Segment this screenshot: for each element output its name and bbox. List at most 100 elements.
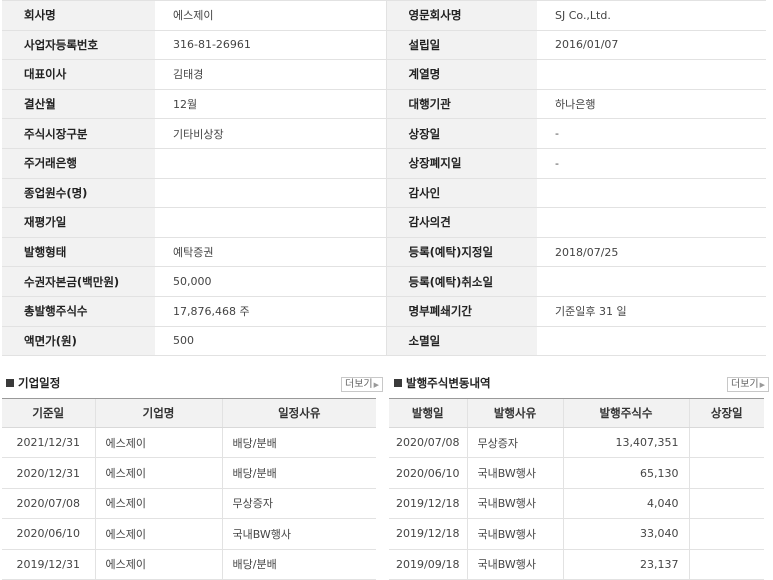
- info-label: 수권자본금(백만원): [2, 266, 155, 297]
- schedule-reason: 배당/분배: [221, 549, 376, 580]
- shares-reason: 국내BW행사: [466, 549, 563, 580]
- info-value: 17,876,468 주: [155, 296, 387, 327]
- info-label: 재평가일: [2, 207, 155, 238]
- info-value: 예탁증권: [155, 237, 387, 268]
- schedule-header-date: 기준일: [2, 398, 95, 428]
- schedule-header-reason: 일정사유: [221, 398, 376, 428]
- shares-listing-date: [688, 518, 764, 550]
- info-value: [537, 178, 766, 209]
- info-label: 감사인: [386, 178, 537, 209]
- chevron-right-icon: ▶: [373, 381, 379, 389]
- info-value: 2018/07/25: [537, 237, 766, 268]
- schedule-company: 에스제이: [94, 488, 222, 520]
- shares-count: 4,040: [562, 488, 689, 520]
- table-row: 2020/06/10 국내BW행사 65,130: [389, 457, 764, 489]
- info-value: [155, 207, 387, 238]
- info-label: 상장일: [386, 118, 537, 149]
- table-row: 2020/07/08 무상증자 13,407,351: [389, 427, 764, 459]
- schedule-more-button[interactable]: 더보기▶: [341, 377, 383, 392]
- shares-reason: 무상증자: [466, 427, 563, 459]
- info-label: 사업자등록번호: [2, 30, 155, 61]
- schedule-reason: 국내BW행사: [221, 518, 376, 550]
- schedule-section-title: 기업일정: [6, 375, 60, 391]
- info-row: 재평가일 감사의견: [2, 207, 766, 238]
- info-row: 회사명 에스제이 영문회사명 SJ Co.,Ltd.: [2, 0, 766, 31]
- schedule-table: 기준일 기업명 일정사유 2021/12/31 에스제이 배당/분배 2020/12/…: [2, 398, 376, 580]
- shares-count: 65,130: [562, 457, 689, 489]
- info-label: 등록(예탁)지정일: [386, 237, 537, 268]
- shares-reason: 국내BW행사: [466, 488, 563, 520]
- schedule-company: 에스제이: [94, 427, 222, 459]
- info-label: 등록(예탁)취소일: [386, 266, 537, 297]
- schedule-company: 에스제이: [94, 518, 222, 550]
- info-label: 대표이사: [2, 59, 155, 90]
- info-value: 김태경: [155, 59, 387, 90]
- info-value: 500: [155, 326, 387, 357]
- schedule-reason: 배당/분배: [221, 457, 376, 489]
- shares-reason: 국내BW행사: [466, 457, 563, 489]
- table-row: 2019/12/31 에스제이 배당/분배: [2, 549, 376, 580]
- shares-date: 2020/06/10: [389, 457, 467, 489]
- info-value: 316-81-26961: [155, 30, 387, 61]
- schedule-date: 2019/12/31: [2, 549, 95, 580]
- info-value: SJ Co.,Ltd.: [537, 0, 766, 31]
- shares-date: 2019/12/18: [389, 518, 467, 550]
- schedule-company: 에스제이: [94, 549, 222, 580]
- info-label: 액면가(원): [2, 326, 155, 357]
- info-value: 50,000: [155, 266, 387, 297]
- table-row: 2021/12/31 에스제이 배당/분배: [2, 427, 376, 459]
- info-label: 명부폐쇄기간: [386, 296, 537, 327]
- shares-section-title: 발행주식변동내역: [394, 375, 491, 391]
- info-value: [155, 148, 387, 179]
- info-value: 하나은행: [537, 89, 766, 120]
- schedule-reason: 무상증자: [221, 488, 376, 520]
- info-row: 결산월 12월 대행기관 하나은행: [2, 89, 766, 120]
- info-label: 회사명: [2, 0, 155, 31]
- info-label: 대행기관: [386, 89, 537, 120]
- shares-header-listing-date: 상장일: [688, 398, 764, 428]
- info-value: -: [537, 118, 766, 149]
- info-value: 에스제이: [155, 0, 387, 31]
- shares-listing-date: [688, 549, 764, 580]
- info-value: 12월: [155, 89, 387, 120]
- shares-table: 발행일 발행사유 발행주식수 상장일 2020/07/08 무상증자 13,407,…: [389, 398, 764, 580]
- schedule-date: 2020/12/31: [2, 457, 95, 489]
- info-row: 종업원수(명) 감사인: [2, 178, 766, 209]
- shares-listing-date: [688, 427, 764, 459]
- info-value: 2016/01/07: [537, 30, 766, 61]
- info-row: 주식시장구분 기타비상장 상장일 -: [2, 118, 766, 149]
- table-row: 2019/12/18 국내BW행사 33,040: [389, 518, 764, 550]
- shares-count: 13,407,351: [562, 427, 689, 459]
- shares-listing-date: [688, 457, 764, 489]
- chevron-right-icon: ▶: [759, 381, 765, 389]
- info-row: 액면가(원) 500 소멸일: [2, 326, 766, 357]
- info-label: 주식시장구분: [2, 118, 155, 149]
- table-row: 2020/06/10 에스제이 국내BW행사: [2, 518, 376, 550]
- table-row: 2019/09/18 국내BW행사 23,137: [389, 549, 764, 580]
- info-row: 사업자등록번호 316-81-26961 설립일 2016/01/07: [2, 30, 766, 61]
- table-row: 2020/07/08 에스제이 무상증자: [2, 488, 376, 520]
- info-label: 주거래은행: [2, 148, 155, 179]
- info-row: 총발행주식수 17,876,468 주 명부폐쇄기간 기준일후 31 일: [2, 296, 766, 327]
- info-value: 기준일후 31 일: [537, 296, 766, 327]
- info-label: 결산월: [2, 89, 155, 120]
- shares-count: 33,040: [562, 518, 689, 550]
- shares-more-button[interactable]: 더보기▶: [727, 377, 769, 392]
- info-row: 발행형태 예탁증권 등록(예탁)지정일 2018/07/25: [2, 237, 766, 268]
- info-label: 영문회사명: [386, 0, 537, 31]
- info-label: 총발행주식수: [2, 296, 155, 327]
- info-value: [537, 326, 766, 357]
- shares-listing-date: [688, 488, 764, 520]
- info-value: 기타비상장: [155, 118, 387, 149]
- info-value: [537, 59, 766, 90]
- table-row: 2020/12/31 에스제이 배당/분배: [2, 457, 376, 489]
- shares-header-reason: 발행사유: [466, 398, 563, 428]
- info-value: [537, 207, 766, 238]
- shares-date: 2020/07/08: [389, 427, 467, 459]
- schedule-date: 2020/07/08: [2, 488, 95, 520]
- info-value: [537, 266, 766, 297]
- section-bullet-icon: [6, 379, 14, 387]
- info-row: 대표이사 김태경 계열명: [2, 59, 766, 90]
- info-label: 설립일: [386, 30, 537, 61]
- info-label: 감사의견: [386, 207, 537, 238]
